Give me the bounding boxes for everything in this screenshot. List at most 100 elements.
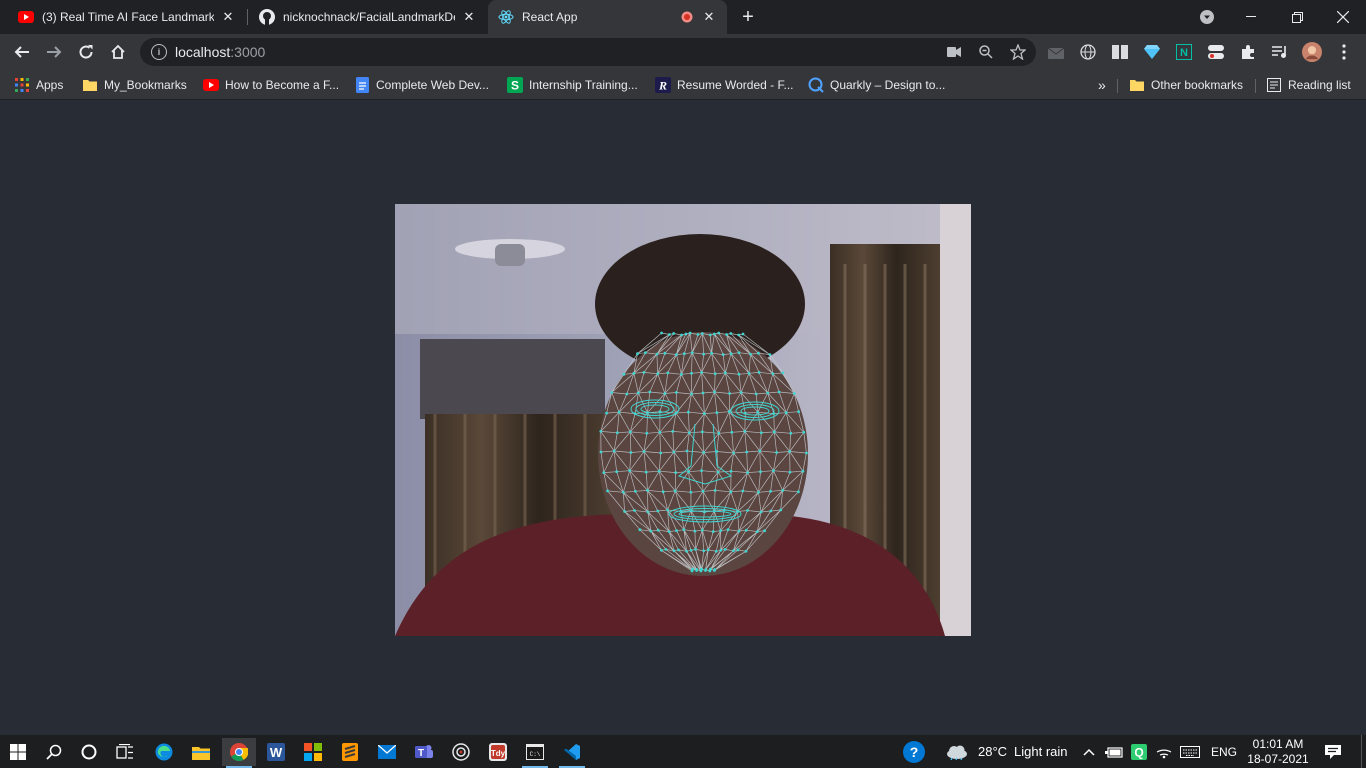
forward-button[interactable] [40,38,68,66]
landmark-point [690,371,693,375]
landmark-point [694,548,697,551]
address-bar[interactable]: i localhost:3000 [140,38,1036,66]
sublime-icon[interactable] [333,738,367,766]
landmark-point [769,509,773,513]
reload-button[interactable] [72,38,100,66]
tab-react-app[interactable]: React App ✕ [488,0,727,34]
ms-store-icon[interactable] [296,738,330,766]
teams-icon[interactable]: T [407,738,441,766]
terminal-icon[interactable]: C:\ [518,738,552,768]
language-indicator[interactable]: ENG [1211,735,1237,768]
landmark-point [695,568,699,571]
profile-avatar-icon[interactable] [1302,42,1322,62]
q-tray-icon[interactable]: Q [1126,738,1152,766]
close-tab-icon[interactable]: ✕ [461,9,477,25]
landmark-point [727,410,731,414]
landmark-point [634,489,637,493]
diamond-extension-icon[interactable] [1142,42,1162,62]
obs-icon[interactable] [444,738,478,766]
landmark-point [636,352,639,356]
landmark-point [682,528,686,532]
new-tab-button[interactable]: + [736,5,760,29]
tray-chevron-icon[interactable] [1074,738,1104,766]
docs-icon [354,77,370,93]
landmark-point [622,372,626,376]
clock[interactable]: 01:01 AM 18-07-2021 [1244,737,1312,767]
globe-extension-icon[interactable] [1078,42,1098,62]
edge-icon[interactable] [147,738,181,766]
landmark-point [701,391,705,395]
todo-icon[interactable]: Tdy [481,738,515,766]
landmark-point [775,451,778,454]
camera-icon[interactable] [944,42,964,62]
chrome-icon[interactable] [222,738,256,768]
landmark-point [713,568,717,571]
landmark-point [777,390,781,394]
n-extension-icon[interactable]: N [1174,42,1194,62]
landmark-point [672,549,676,553]
home-button[interactable] [104,38,132,66]
landmark-point [769,489,772,493]
bookmark-resume-worded[interactable]: R Resume Worded - F... [655,75,793,95]
menu-kebab-icon[interactable] [1334,42,1354,62]
bookmark-other[interactable]: Other bookmarks [1129,75,1243,95]
bookmark-my-bookmarks[interactable]: My_Bookmarks [82,75,187,95]
reader-extension-icon[interactable] [1110,42,1130,62]
search-icon[interactable] [37,738,71,766]
reading-list-button[interactable]: Reading list [1266,75,1351,95]
landmark-point [736,510,739,513]
site-info-icon[interactable]: i [151,44,167,60]
restore-button[interactable] [1274,0,1320,34]
mail-extension-icon[interactable] [1046,42,1066,62]
notifications-icon[interactable] [1316,738,1350,766]
start-button[interactable] [1,738,35,766]
minimize-button[interactable] [1228,0,1274,34]
landmark-point [700,430,704,434]
task-view-icon[interactable] [108,738,142,766]
toggle-extension-icon[interactable] [1206,42,1226,62]
bookmark-how-to-become[interactable]: How to Become a F... [203,75,339,95]
tab-github[interactable]: nicknochnack/FacialLandmarkDe ✕ [249,0,487,34]
landmark-point [736,548,740,552]
media-controls-icon[interactable] [1270,42,1290,62]
bookmark-internship-training[interactable]: S Internship Training... [507,75,638,95]
close-tab-icon[interactable]: ✕ [220,9,236,25]
landmark-point [729,332,733,335]
landmark-point [772,430,776,434]
landmark-point [744,528,748,532]
help-icon[interactable]: ? [897,738,931,766]
landmark-point [772,412,776,415]
more-bookmarks-button[interactable]: » [1098,75,1106,95]
landmark-point [642,450,646,453]
keyboard-icon[interactable] [1176,738,1204,766]
weather-cloud-icon[interactable] [940,738,974,766]
cortana-icon[interactable] [72,738,106,766]
landmark-point [606,489,609,493]
word-icon[interactable]: W [259,738,293,766]
battery-icon[interactable] [1101,738,1127,766]
file-explorer-icon[interactable] [184,738,218,766]
bookmark-star-icon[interactable] [1008,42,1028,62]
close-tab-icon[interactable]: ✕ [701,9,717,25]
bookmark-apps[interactable]: Apps [14,75,63,95]
bookmark-complete-web-dev[interactable]: Complete Web Dev... [354,75,489,95]
face-mesh [599,331,808,573]
landmark-point [792,392,796,395]
vscode-icon[interactable] [555,738,589,768]
close-window-button[interactable] [1320,0,1366,34]
tab-youtube[interactable]: (3) Real Time AI Face Landmark D ✕ [8,0,246,34]
landmark-point [656,372,660,376]
weather-widget[interactable]: 28°C Light rain [978,735,1068,768]
show-desktop-button[interactable] [1361,735,1366,768]
mail-icon[interactable] [370,738,404,766]
zoom-icon[interactable] [976,42,996,62]
extensions-puzzle-icon[interactable] [1238,42,1258,62]
landmark-point [729,469,733,473]
landmark-point [719,529,722,533]
bookmark-quarkly[interactable]: Quarkly – Design to... [808,75,945,95]
tab-search-button[interactable] [1184,0,1230,34]
back-button[interactable] [8,38,36,66]
landmark-point [723,371,727,375]
landmark-point [666,371,670,375]
wifi-icon[interactable] [1151,738,1177,766]
